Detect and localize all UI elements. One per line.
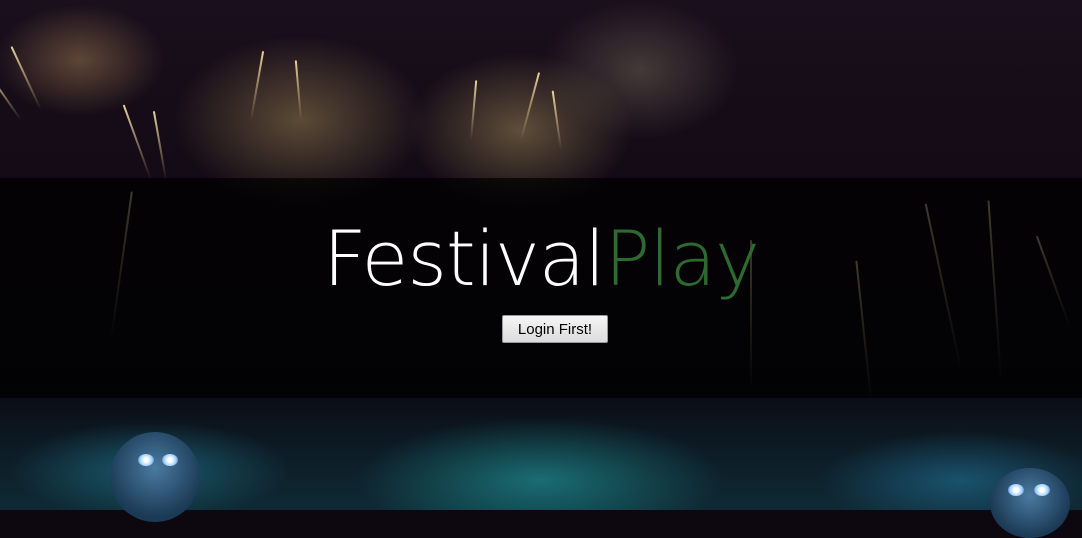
- login-button[interactable]: Login First!: [502, 315, 608, 343]
- site-title-play: Play: [604, 214, 760, 303]
- site-title-festival: Festival: [323, 214, 605, 303]
- right-owl-figure: [990, 468, 1070, 538]
- left-owl-figure: [110, 432, 200, 522]
- site-title: FestivalPlay: [0, 214, 1082, 304]
